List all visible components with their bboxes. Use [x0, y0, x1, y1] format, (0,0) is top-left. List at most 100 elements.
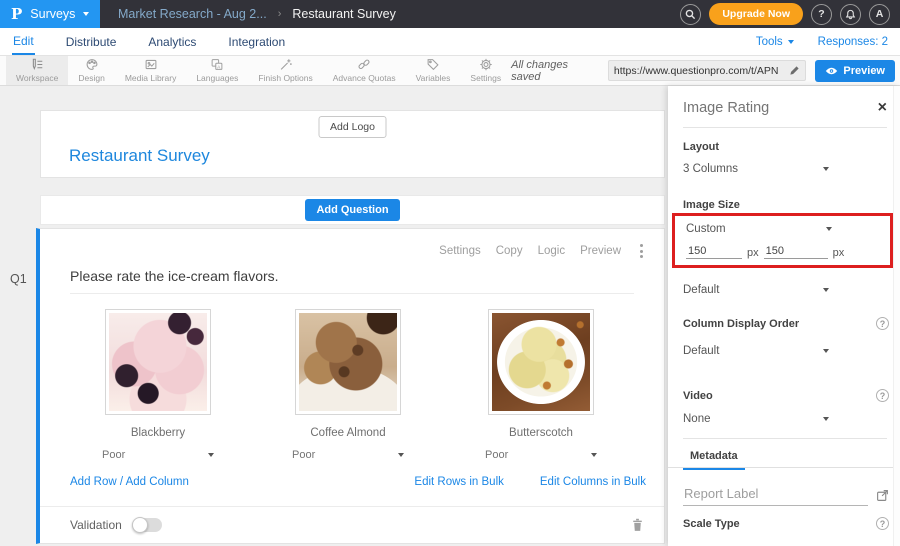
breadcrumb-separator: ›	[278, 8, 282, 20]
toolbar-item-label: Media Library	[125, 73, 177, 83]
add-question-strip: Add Question	[40, 195, 665, 225]
column-display-order-label: Column Display Order	[683, 318, 799, 330]
toolbar-item-advance-quotas[interactable]: Advance Quotas	[323, 56, 406, 85]
top-header: P Surveys Market Research - Aug 2... › R…	[0, 0, 900, 28]
toolbar-item-label: Settings	[470, 73, 501, 83]
surveys-menu[interactable]: P Surveys	[0, 0, 100, 28]
expand-button[interactable]	[876, 489, 889, 506]
question-settings-panel: Image Rating × Layout 3 Columns Image Si…	[668, 86, 900, 546]
question-logic-link[interactable]: Logic	[538, 245, 566, 257]
nav-right: Tools Responses: 2	[756, 36, 888, 48]
add-question-button[interactable]: Add Question	[305, 199, 399, 221]
close-icon[interactable]: ×	[878, 101, 887, 115]
divider	[683, 438, 887, 439]
preview-button[interactable]: Preview	[815, 60, 895, 82]
flavor-image-coffee-almond[interactable]	[295, 309, 401, 415]
rating-dropdown[interactable]: Poor	[102, 449, 214, 461]
responses-link[interactable]: Responses: 2	[818, 36, 888, 48]
flavor-label[interactable]: Butterscotch	[475, 427, 607, 439]
eye-icon	[825, 66, 838, 76]
toolbar-item-design[interactable]: Design	[68, 56, 114, 85]
rating-column: Blackberry Poor	[92, 309, 224, 461]
question-number: Q1	[10, 272, 27, 286]
video-value: None	[683, 413, 711, 425]
rating-column: Butterscotch Poor	[475, 309, 607, 461]
scrollbar[interactable]	[893, 86, 900, 546]
column-order-dropdown[interactable]: Default	[683, 345, 829, 357]
toolbar-item-settings[interactable]: Settings	[460, 56, 511, 85]
toolbar-item-languages[interactable]: A Languages	[186, 56, 248, 85]
size-preset-dropdown[interactable]: Default	[683, 284, 829, 296]
rating-dropdown[interactable]: Poor	[292, 449, 404, 461]
flavor-label[interactable]: Coffee Almond	[282, 427, 414, 439]
rating-dropdown[interactable]: Poor	[485, 449, 597, 461]
image-width-input[interactable]	[686, 244, 742, 259]
external-link-icon	[876, 489, 889, 502]
tab-distribute[interactable]: Distribute	[65, 29, 118, 54]
toolbar-item-label: Variables	[416, 73, 451, 83]
tab-integration[interactable]: Integration	[227, 29, 286, 54]
more-options-icon[interactable]	[636, 242, 647, 260]
highlight-box: Custom px px	[672, 213, 893, 268]
flavor-label[interactable]: Blackberry	[92, 427, 224, 439]
help-icon[interactable]: ?	[876, 517, 889, 530]
search-button[interactable]	[680, 4, 701, 25]
validation-toggle[interactable]	[132, 518, 162, 532]
avatar[interactable]: A	[869, 4, 890, 25]
help-icon[interactable]: ?	[876, 317, 889, 330]
delete-question-button[interactable]	[631, 518, 644, 532]
question-text[interactable]: Please rate the ice-cream flavors.	[70, 268, 279, 284]
column-order-value: Default	[683, 345, 719, 357]
edit-rows-bulk-link[interactable]: Edit Rows in Bulk	[414, 476, 503, 488]
toolbar-item-variables[interactable]: Variables	[406, 56, 461, 85]
tab-analytics[interactable]: Analytics	[147, 29, 197, 54]
toolbar-item-workspace[interactable]: Workspace	[6, 56, 68, 85]
upgrade-now-button[interactable]: Upgrade Now	[709, 3, 803, 25]
add-row-column-link[interactable]: Add Row / Add Column	[70, 476, 189, 488]
header-actions: Upgrade Now ? A	[680, 3, 900, 25]
survey-url-input[interactable]	[609, 65, 785, 77]
rating-value: Poor	[292, 449, 315, 461]
divider	[668, 467, 900, 468]
question-preview-link[interactable]: Preview	[580, 245, 621, 257]
flavor-image-butterscotch[interactable]	[488, 309, 594, 415]
chevron-down-icon	[398, 453, 404, 457]
chevron-down-icon	[591, 453, 597, 457]
bulk-edit-links: Edit Rows in Bulk Edit Columns in Bulk	[414, 476, 646, 488]
chevron-down-icon	[788, 40, 794, 44]
report-label-input[interactable]	[683, 484, 868, 506]
row-column-links: Add Row / Add Column Edit Rows in Bulk E…	[70, 476, 646, 488]
question-settings-link[interactable]: Settings	[439, 245, 481, 257]
image-size-mode-value: Custom	[686, 223, 726, 235]
flavor-image-blackberry[interactable]	[105, 309, 211, 415]
translate-icon: A	[210, 58, 224, 71]
toolbar-item-label: Workspace	[16, 73, 58, 83]
help-icon[interactable]: ?	[876, 389, 889, 402]
tools-menu[interactable]: Tools	[756, 36, 794, 48]
toolbar-item-finish-options[interactable]: Finish Options	[248, 56, 322, 85]
width-unit: px	[747, 247, 759, 259]
chevron-down-icon	[823, 417, 829, 421]
notifications-button[interactable]	[840, 4, 861, 25]
question-footer: Validation	[70, 518, 644, 532]
height-unit: px	[833, 247, 845, 259]
question-card: Settings Copy Logic Preview Please rate …	[36, 228, 665, 544]
add-logo-button[interactable]: Add Logo	[318, 116, 387, 138]
help-button[interactable]: ?	[811, 4, 832, 25]
edit-columns-bulk-link[interactable]: Edit Columns in Bulk	[540, 476, 646, 488]
image-height-input[interactable]	[764, 244, 828, 259]
tools-label: Tools	[756, 36, 783, 48]
survey-title[interactable]: Restaurant Survey	[69, 146, 210, 166]
image-icon	[144, 58, 158, 71]
edit-url-button[interactable]	[784, 65, 805, 76]
image-size-mode-dropdown[interactable]: Custom	[686, 223, 832, 235]
breadcrumb-parent[interactable]: Market Research - Aug 2...	[118, 7, 267, 21]
tab-edit[interactable]: Edit	[12, 28, 35, 55]
question-actions: Settings Copy Logic Preview	[439, 242, 647, 260]
layout-dropdown[interactable]: 3 Columns	[683, 163, 829, 175]
editor-toolbar: Workspace Design Media Library A Languag…	[0, 56, 900, 86]
video-dropdown[interactable]: None	[683, 413, 829, 425]
toolbar-item-media-library[interactable]: Media Library	[115, 56, 187, 85]
divider	[40, 506, 664, 507]
question-copy-link[interactable]: Copy	[496, 245, 523, 257]
